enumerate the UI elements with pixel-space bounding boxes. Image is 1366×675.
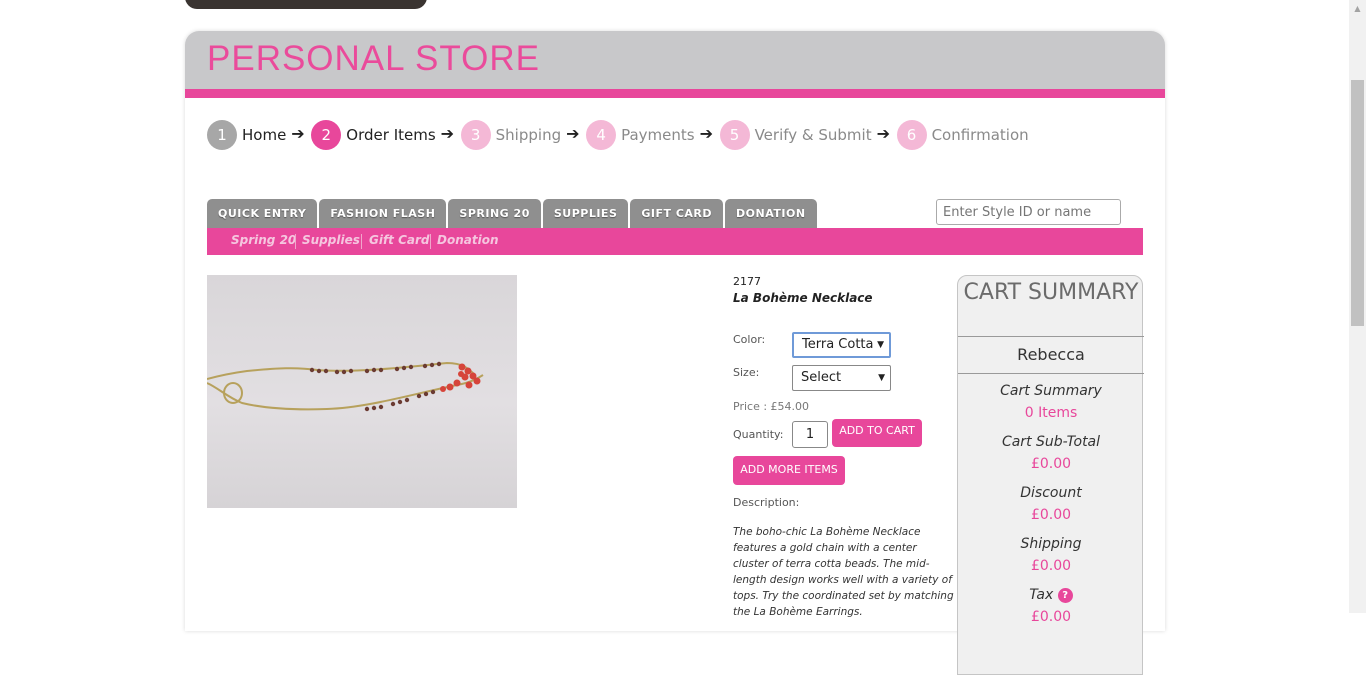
arrow-right-icon: ➔ (440, 124, 455, 143)
size-select[interactable]: Select ▼ (792, 365, 891, 391)
cart-divider (958, 373, 1144, 374)
category-tabs: QUICK ENTRY FASHION FLASH SPRING 20 SUPPLIE… (207, 199, 819, 228)
checkout-steps: 1 Home ➔ 2 Order Items ➔ 3 Shipping ➔ 4 … (207, 120, 1029, 150)
store-panel: PERSONAL STORE 1 Home ➔ 2 Order Items ➔ … (185, 31, 1165, 675)
quantity-input[interactable]: 1 (792, 421, 828, 448)
subnav-donation[interactable]: Donation (437, 233, 498, 247)
step-label: Confirmation (931, 126, 1029, 144)
step-number: 1 (207, 120, 237, 150)
step-label: Verify & Submit (754, 126, 872, 144)
arrow-right-icon: ➔ (291, 124, 305, 143)
step-order-items[interactable]: 2 Order Items (311, 120, 436, 150)
color-select-value: Terra Cotta (802, 337, 874, 352)
add-more-items-button[interactable]: ADD MORE ITEMS (733, 456, 845, 485)
subnav-divider (361, 234, 362, 249)
style-search-input[interactable] (936, 199, 1121, 225)
discount-value: £0.00 (1030, 507, 1072, 523)
style-id: 2177 (733, 275, 761, 288)
tab-spring-20[interactable]: SPRING 20 (448, 199, 541, 228)
tax-row: Tax ? (958, 587, 1144, 603)
step-number: 2 (311, 120, 342, 150)
shipping-label: Shipping (1020, 536, 1082, 552)
product-price: Price : £54.00 (733, 400, 810, 413)
tab-quick-entry[interactable]: QUICK ENTRY (207, 199, 318, 228)
arrow-right-icon: ➔ (566, 124, 580, 143)
tab-supplies[interactable]: SUPPLIES (542, 199, 629, 228)
step-number: 4 (586, 120, 617, 150)
cart-summary-title: CART SUMMARY (963, 280, 1139, 305)
quantity-label: Quantity: (733, 428, 784, 441)
scroll-thumb[interactable] (1351, 80, 1364, 326)
arrow-right-icon: ➔ (876, 124, 890, 143)
shipping-value: £0.00 (1030, 558, 1072, 574)
caret-down-icon: ▼ (877, 340, 884, 350)
header-divider (185, 89, 1165, 98)
size-label: Size: (733, 366, 760, 379)
step-label: Shipping (495, 126, 562, 144)
step-number: 6 (896, 120, 927, 150)
add-to-cart-button[interactable]: ADD TO CART (832, 419, 922, 447)
step-label: Order Items (346, 126, 436, 144)
help-icon[interactable]: ? (1057, 587, 1073, 603)
arrow-right-icon: ➔ (699, 124, 713, 143)
step-confirmation[interactable]: 6 Confirmation (896, 120, 1029, 150)
cart-divider (958, 336, 1144, 337)
subnav-spring-20[interactable]: Spring 20 (231, 233, 296, 247)
step-number: 3 (460, 120, 491, 150)
cart-items-count[interactable]: 0 Items (958, 405, 1144, 421)
tax-label: Tax (1029, 587, 1054, 603)
cart-summary-panel: CART SUMMARY Rebecca Cart Summary 0 Item… (957, 275, 1144, 675)
cart-subtotal-label: Cart Sub-Total (1001, 434, 1101, 450)
subnav-supplies[interactable]: Supplies (302, 233, 360, 247)
panel-header: PERSONAL STORE (185, 31, 1165, 89)
color-select[interactable]: Terra Cotta ▼ (792, 332, 891, 358)
tax-value: £0.00 (1030, 609, 1072, 625)
page-scrollbar[interactable]: ▲ (1349, 0, 1366, 613)
customer-name: Rebecca (1017, 345, 1085, 364)
size-select-value: Select (801, 370, 842, 385)
step-verify-submit[interactable]: 5 Verify & Submit (719, 120, 872, 150)
description-label: Description: (733, 496, 800, 509)
product-description: The boho-chic La Bohème Necklace feature… (733, 526, 954, 618)
subnav-gift-card[interactable]: Gift Card (369, 233, 430, 247)
cart-subtotal-value: £0.00 (1030, 456, 1072, 472)
product-image[interactable] (207, 275, 517, 508)
tab-donation[interactable]: DONATION (725, 199, 817, 228)
subnav-divider (430, 234, 431, 249)
product-details: 2177 La Bohème Necklace Color: Terra Cot… (733, 275, 955, 618)
discount-label: Discount (1020, 485, 1082, 501)
product-name: La Bohème Necklace (733, 291, 873, 305)
subnav-divider (295, 234, 296, 249)
step-shipping[interactable]: 3 Shipping (460, 120, 562, 150)
cart-summary-label: Cart Summary (1000, 383, 1102, 399)
necklace-illustration (207, 361, 484, 412)
top-header-bar (185, 0, 427, 9)
store-title: PERSONAL STORE (207, 39, 540, 78)
step-number: 5 (719, 120, 750, 150)
tab-fashion-flash[interactable]: FASHION FLASH (319, 199, 447, 228)
sub-navigation: Spring 20 Supplies Gift Card Donation (207, 228, 1143, 255)
scroll-up-arrow-icon[interactable]: ▲ (1349, 0, 1366, 17)
tab-gift-card[interactable]: GIFT CARD (630, 199, 724, 228)
step-payments[interactable]: 4 Payments (586, 120, 695, 150)
step-label: Payments (621, 126, 695, 144)
step-label: Home (242, 126, 287, 144)
caret-down-icon: ▼ (878, 373, 885, 383)
color-label: Color: (733, 333, 766, 346)
step-home[interactable]: 1 Home (207, 120, 286, 150)
